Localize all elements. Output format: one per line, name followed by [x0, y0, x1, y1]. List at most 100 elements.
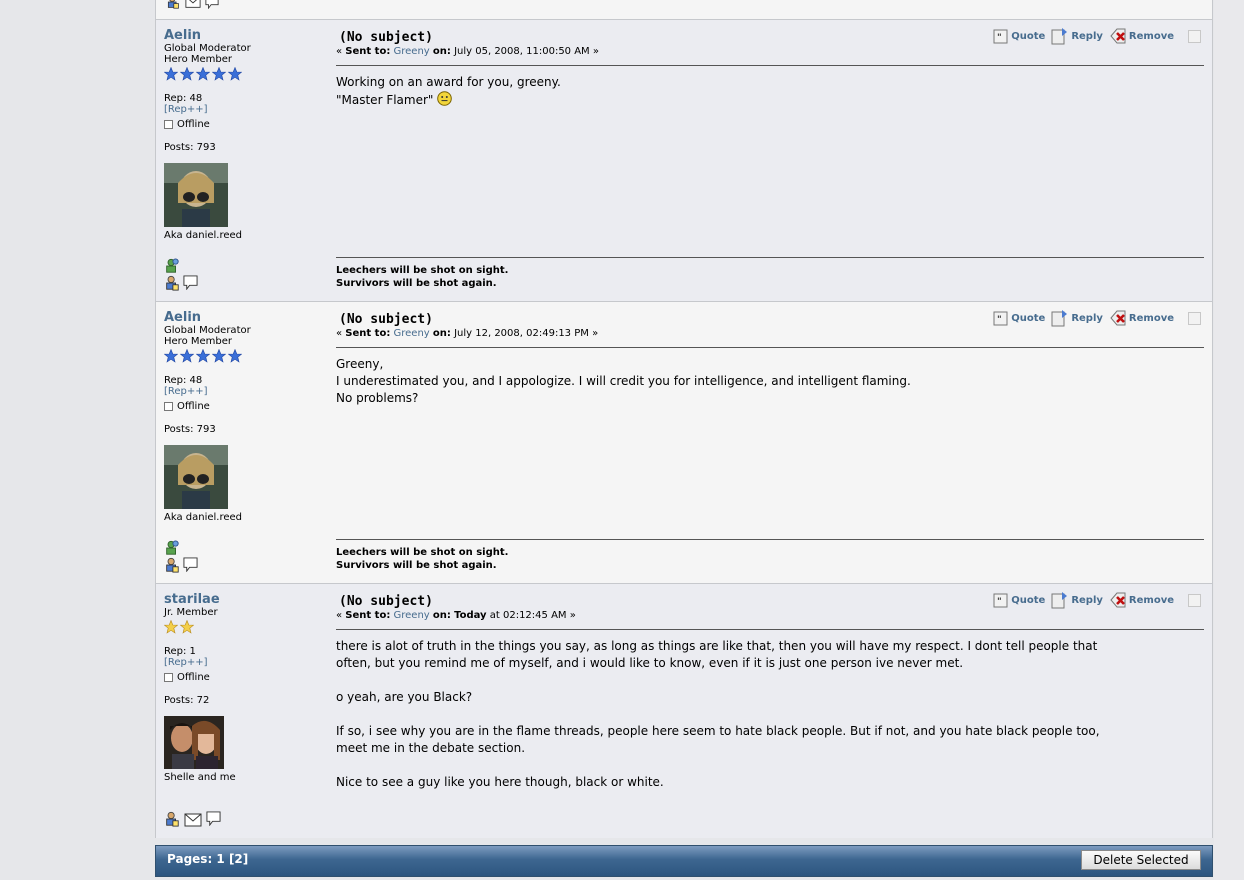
message: starilae Jr. Member Rep: 1 [Rep++] Offli… [156, 584, 1212, 838]
remove-label: Remove [1128, 30, 1174, 42]
remove-icon [1109, 309, 1127, 327]
online-status-label: Offline [177, 119, 210, 130]
signature-line: Survivors will be shot again. [336, 560, 497, 571]
quote-button[interactable]: Quote [993, 28, 1045, 44]
reply-button[interactable]: Reply [1051, 27, 1103, 45]
recipient-link[interactable]: Greeny [394, 610, 430, 621]
offline-icon [164, 120, 173, 129]
poster-name[interactable]: starilae [164, 592, 324, 607]
avatar [164, 163, 228, 227]
message: Aelin Global Moderator Hero Member Rep: … [156, 302, 1212, 584]
post-count: Posts: 72 [164, 695, 210, 706]
signature-line: Leechers will be shot on sight. [336, 265, 509, 276]
message-actions: Quote Reply Remove [993, 27, 1201, 45]
pm-icon[interactable] [183, 275, 198, 290]
pm-icon[interactable] [183, 557, 198, 572]
remove-button[interactable]: Remove [1109, 309, 1174, 327]
remove-button[interactable]: Remove [1109, 591, 1174, 609]
post-count: Posts: 793 [164, 424, 216, 435]
pm-icon[interactable] [205, 0, 219, 9]
recipient-link[interactable]: Greeny [394, 46, 430, 57]
select-checkbox[interactable] [1188, 593, 1201, 607]
message-text: Greeny, I underestimated you, and I appo… [336, 357, 911, 405]
poster-title: Jr. Member [164, 607, 218, 618]
remove-label: Remove [1128, 594, 1174, 606]
select-checkbox[interactable] [1188, 311, 1201, 325]
email-icon[interactable] [185, 0, 201, 9]
remove-button[interactable]: Remove [1109, 27, 1174, 45]
reply-icon [1051, 309, 1069, 327]
profile-icon[interactable] [164, 275, 180, 291]
remove-icon [1109, 591, 1127, 609]
star-icon [212, 349, 226, 363]
avatar [164, 716, 224, 769]
sent-to-label: Sent to: [345, 46, 391, 57]
page-index[interactable]: Pages: 1 [2] [167, 852, 248, 866]
sent-to-label: Sent to: [345, 610, 391, 621]
message-actions: Quote Reply Remove [993, 309, 1201, 327]
rep-plus-link[interactable]: [Rep++] [164, 386, 324, 397]
poster-info: starilae Jr. Member Rep: 1 [Rep++] Offli… [164, 592, 324, 783]
quote-label: Quote [1011, 30, 1046, 42]
online-status-label: Offline [177, 672, 210, 683]
reply-label: Reply [1071, 30, 1103, 42]
email-icon[interactable] [184, 813, 202, 827]
message-meta: « Sent to: Greeny on: July 05, 2008, 11:… [336, 46, 599, 57]
star-icon [196, 349, 210, 363]
reputation: Rep: 1 [164, 646, 196, 657]
smiley-icon [437, 91, 453, 106]
message-meta: « Sent to: Greeny on: Today at 02:12:45 … [336, 610, 576, 621]
delete-selected-button[interactable]: Delete Selected [1081, 850, 1201, 870]
star-icon [164, 349, 178, 363]
star-icon [228, 67, 242, 81]
message-text: there is alot of truth in the things you… [336, 639, 1100, 789]
divider [336, 629, 1204, 630]
star-icon [180, 620, 194, 634]
poster-name[interactable]: Aelin [164, 310, 324, 325]
personal-text: Shelle and me [164, 772, 236, 783]
on-label: on: [432, 610, 451, 621]
rep-plus-link[interactable]: [Rep++] [164, 104, 324, 115]
rep-plus-link[interactable]: [Rep++] [164, 657, 324, 668]
reply-button[interactable]: Reply [1051, 591, 1103, 609]
remove-icon [1109, 27, 1127, 45]
message-date: July 12, 2008, 02:49:13 PM [454, 328, 589, 339]
reply-button[interactable]: Reply [1051, 309, 1103, 327]
page-margin [1214, 0, 1244, 880]
quote-button[interactable]: Quote [993, 310, 1045, 326]
poster-title: Global Moderator [164, 43, 251, 54]
msn-icon[interactable] [164, 258, 180, 274]
quote-label: Quote [1011, 312, 1046, 324]
signature-line: Survivors will be shot again. [336, 278, 497, 289]
select-checkbox[interactable] [1188, 29, 1201, 43]
poster-info: Aelin Global Moderator Hero Member Rep: … [164, 310, 324, 523]
star-icon [228, 349, 242, 363]
on-label: on: [432, 46, 451, 57]
pm-icon[interactable] [206, 811, 221, 826]
offline-icon [164, 402, 173, 411]
msn-icon[interactable] [164, 540, 180, 556]
quote-button[interactable]: Quote [993, 592, 1045, 608]
profile-icon[interactable] [164, 557, 180, 573]
sent-to-label: Sent to: [345, 328, 391, 339]
online-status: Offline [164, 119, 324, 130]
remove-label: Remove [1128, 312, 1174, 324]
message: Aelin Global Moderator Hero Member Rep: … [156, 20, 1212, 302]
quote-label: Quote [1011, 594, 1046, 606]
poster-name[interactable]: Aelin [164, 28, 324, 43]
poster-group: Hero Member [164, 54, 232, 65]
poster-title: Global Moderator [164, 325, 251, 336]
message-meta: « Sent to: Greeny on: July 12, 2008, 02:… [336, 328, 599, 339]
offline-icon [164, 673, 173, 682]
reply-label: Reply [1071, 594, 1103, 606]
personal-text: Aka daniel.reed [164, 230, 243, 241]
personal-text: Aka daniel.reed [164, 512, 243, 523]
divider [336, 65, 1204, 66]
message-actions: Quote Reply Remove [993, 591, 1201, 609]
profile-icon[interactable] [164, 811, 180, 827]
profile-icon[interactable] [165, 0, 181, 9]
post-count: Posts: 793 [164, 142, 216, 153]
recipient-link[interactable]: Greeny [394, 328, 430, 339]
star-icon [180, 67, 194, 81]
pagination-bar: Pages: 1 [2] Delete Selected [155, 845, 1213, 877]
